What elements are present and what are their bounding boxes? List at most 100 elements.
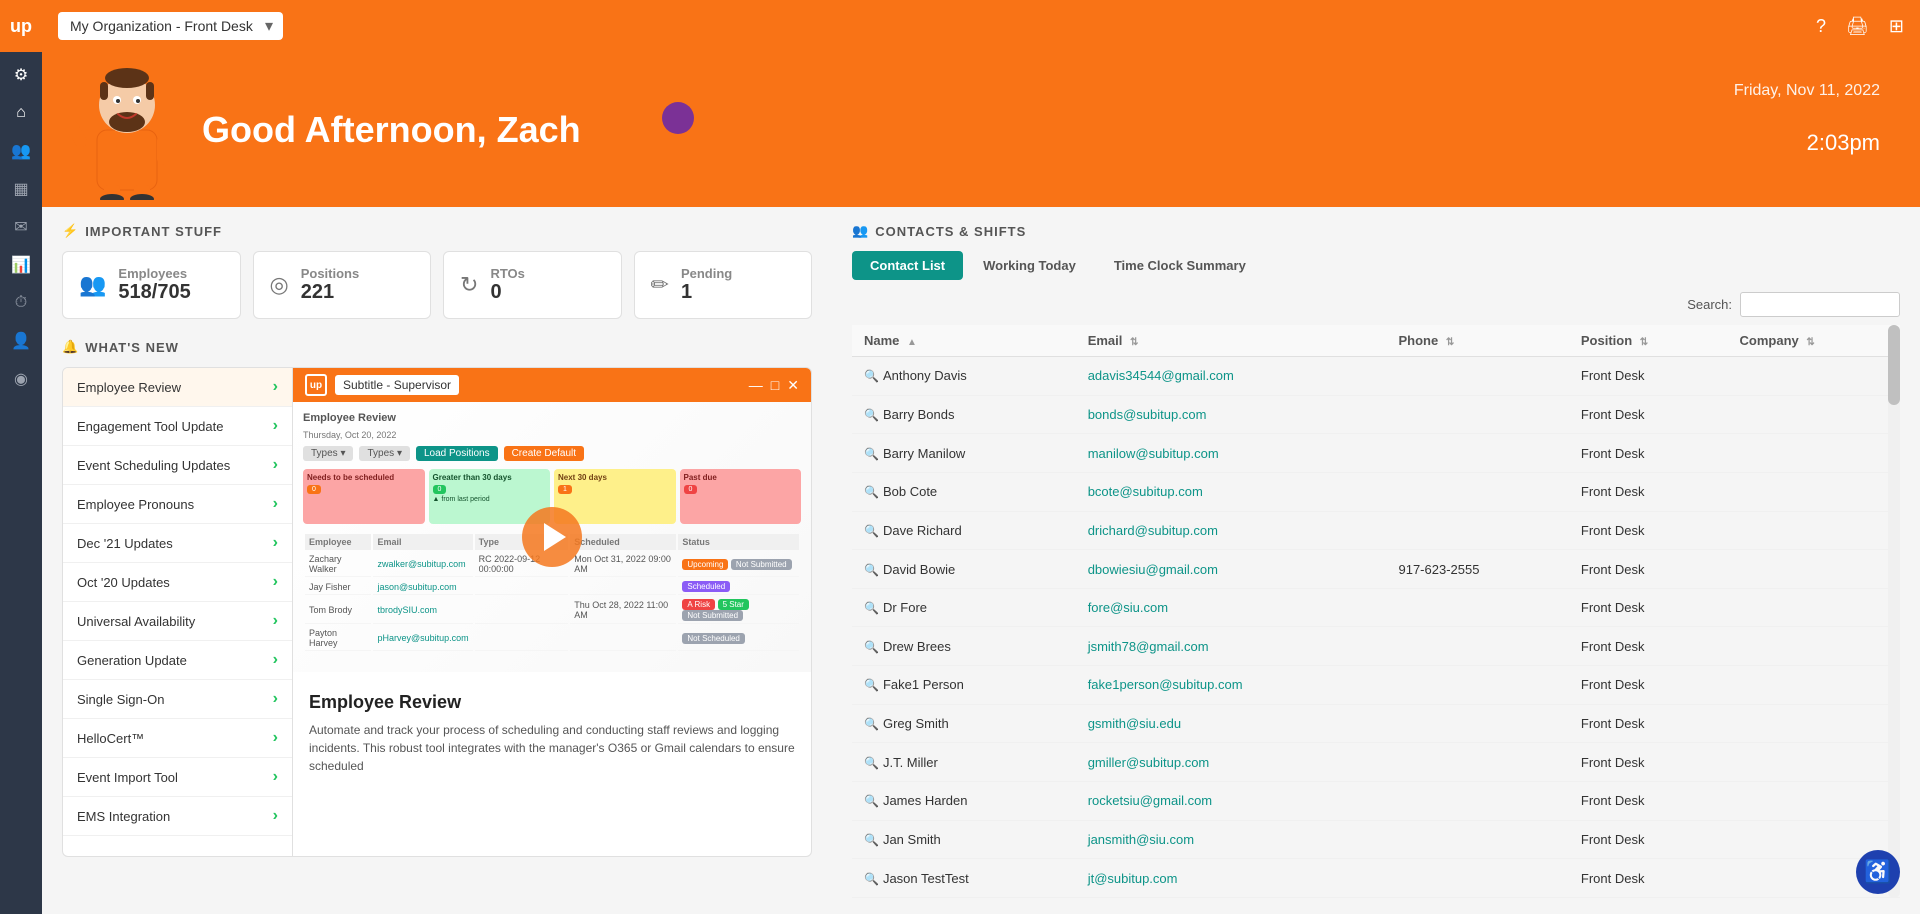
rtos-info: RTOs 0 xyxy=(490,266,524,304)
news-item-generation[interactable]: Generation Update › xyxy=(63,641,292,680)
news-item-event-import[interactable]: Event Import Tool › xyxy=(63,758,292,797)
sidebar-item-chart[interactable]: 📊 xyxy=(0,246,42,284)
table-row: 🔍Bob Cote bcote@subitup.com Front Desk xyxy=(852,472,1900,511)
sidebar-item-settings[interactable]: ⚙ xyxy=(0,56,42,94)
email-link[interactable]: bcote@subitup.com xyxy=(1088,484,1203,499)
positions-icon: ◎ xyxy=(270,272,289,298)
rtos-icon: ↻ xyxy=(460,272,478,298)
email-link[interactable]: jsmith78@gmail.com xyxy=(1088,639,1209,654)
search-input[interactable] xyxy=(1740,292,1900,317)
cell-phone xyxy=(1386,782,1568,821)
employees-card[interactable]: 👥 Employees 518/705 xyxy=(62,251,241,319)
rtos-value: 0 xyxy=(490,281,524,304)
help-icon[interactable]: ? xyxy=(1816,16,1826,37)
btn-create-default[interactable]: Create Default xyxy=(504,446,584,461)
email-link[interactable]: jt@subitup.com xyxy=(1088,871,1178,886)
apps-icon[interactable]: ⊞ xyxy=(1889,16,1904,37)
email-link[interactable]: rocketsiu@gmail.com xyxy=(1088,793,1212,808)
table-row: 🔍Drew Brees jsmith78@gmail.com Front Des… xyxy=(852,627,1900,666)
col-position[interactable]: Position ⇅ xyxy=(1569,325,1728,357)
email-link[interactable]: fake1person@subitup.com xyxy=(1088,677,1243,692)
cell-email: bcote@subitup.com xyxy=(1076,472,1387,511)
tab-time-clock[interactable]: Time Clock Summary xyxy=(1096,251,1264,280)
table-row: 🔍Barry Bonds bonds@subitup.com Front Des… xyxy=(852,395,1900,434)
close-icon[interactable]: ✕ xyxy=(787,377,799,394)
print-icon[interactable]: 🖨 xyxy=(1846,16,1869,37)
news-item-sso[interactable]: Single Sign-On › xyxy=(63,680,292,719)
table-row: 🔍James Harden rocketsiu@gmail.com Front … xyxy=(852,782,1900,821)
row-search-icon: 🔍 xyxy=(864,369,879,383)
email-link[interactable]: fore@siu.com xyxy=(1088,600,1168,615)
col-email[interactable]: Email ⇅ xyxy=(1076,325,1387,357)
positions-card[interactable]: ◎ Positions 221 xyxy=(253,251,432,319)
news-video-icons: — □ ✕ xyxy=(749,377,799,394)
sidebar-item-clock[interactable]: ⏱ xyxy=(0,284,42,322)
accessibility-button[interactable]: ♿ xyxy=(1856,850,1900,894)
cell-company xyxy=(1728,550,1900,589)
cell-position: Front Desk xyxy=(1569,434,1728,473)
sidebar-item-location[interactable]: ◉ xyxy=(0,360,42,398)
email-link[interactable]: dbowiesiu@gmail.com xyxy=(1088,562,1218,577)
contacts-icon: 👥 xyxy=(852,223,869,239)
news-item-engagement[interactable]: Engagement Tool Update › xyxy=(63,407,292,446)
maximize-icon[interactable]: □ xyxy=(771,377,779,394)
minimize-icon[interactable]: — xyxy=(749,377,763,394)
news-item-event-scheduling[interactable]: Event Scheduling Updates › xyxy=(63,446,292,485)
sidebar-item-mail[interactable]: ✉ xyxy=(0,208,42,246)
table-row: 🔍Dr Fore fore@siu.com Front Desk xyxy=(852,588,1900,627)
play-button[interactable] xyxy=(522,507,582,567)
news-item-universal[interactable]: Universal Availability › xyxy=(63,602,292,641)
app-logo[interactable]: up xyxy=(0,0,42,52)
content-area: ⚡ IMPORTANT STUFF 👥 Employees 518/705 ◎ … xyxy=(42,207,1920,914)
org-dropdown[interactable]: My Organization - Front Desk xyxy=(58,12,283,40)
email-link[interactable]: bonds@subitup.com xyxy=(1088,407,1207,422)
cell-phone xyxy=(1386,588,1568,627)
cell-company xyxy=(1728,588,1900,627)
col-company[interactable]: Company ⇅ xyxy=(1728,325,1900,357)
screenshot-filters: Types ▾ Types ▾ Load Positions Create De… xyxy=(303,446,801,461)
cell-position: Front Desk xyxy=(1569,859,1728,898)
email-link[interactable]: gsmith@siu.edu xyxy=(1088,716,1181,731)
news-item-ems[interactable]: EMS Integration › xyxy=(63,797,292,836)
topbar: My Organization - Front Desk ? 🖨 ⊞ xyxy=(42,0,1920,52)
rtos-card[interactable]: ↻ RTOs 0 xyxy=(443,251,622,319)
row-search-icon: 🔍 xyxy=(864,794,879,808)
cell-company xyxy=(1728,472,1900,511)
sidebar-item-home[interactable]: ⌂ xyxy=(0,94,42,132)
news-item-hellocert[interactable]: HelloCert™ › xyxy=(63,719,292,758)
sidebar-item-user[interactable]: 👤 xyxy=(0,322,42,360)
email-link[interactable]: drichard@subitup.com xyxy=(1088,523,1218,538)
col-name[interactable]: Name ▲ xyxy=(852,325,1076,357)
news-item-pronouns[interactable]: Employee Pronouns › xyxy=(63,485,292,524)
tab-working-today[interactable]: Working Today xyxy=(965,251,1094,280)
scrollbar[interactable] xyxy=(1888,325,1900,898)
cell-email: drichard@subitup.com xyxy=(1076,511,1387,550)
row-search-icon: 🔍 xyxy=(864,447,879,461)
positions-label: Positions xyxy=(301,266,360,281)
email-link[interactable]: manilow@subitup.com xyxy=(1088,446,1219,461)
hero-date: Friday, Nov 11, 2022 xyxy=(1734,82,1880,100)
scrollbar-thumb xyxy=(1888,325,1900,405)
filter-types2: Types ▾ xyxy=(359,446,409,461)
arrow-icon: › xyxy=(273,651,278,669)
sidebar-item-calendar[interactable]: ▦ xyxy=(0,170,42,208)
cell-email: gsmith@siu.edu xyxy=(1076,704,1387,743)
btn-load-positions[interactable]: Load Positions xyxy=(416,446,498,461)
news-item-employee-review[interactable]: Employee Review › xyxy=(63,368,292,407)
col-phone[interactable]: Phone ⇅ xyxy=(1386,325,1568,357)
email-link[interactable]: gmiller@subitup.com xyxy=(1088,755,1210,770)
org-selector[interactable]: My Organization - Front Desk xyxy=(58,12,283,40)
cell-company xyxy=(1728,743,1900,782)
email-link[interactable]: jansmith@siu.com xyxy=(1088,832,1194,847)
news-item-oct20[interactable]: Oct '20 Updates › xyxy=(63,563,292,602)
news-video-header-left: up Subtitle - Supervisor xyxy=(305,374,459,396)
rtos-label: RTOs xyxy=(490,266,524,281)
email-link[interactable]: adavis34544@gmail.com xyxy=(1088,368,1234,383)
cell-position: Front Desk xyxy=(1569,820,1728,859)
arrow-icon: › xyxy=(273,768,278,786)
tab-contact-list[interactable]: Contact List xyxy=(852,251,963,280)
employees-info: Employees 518/705 xyxy=(118,266,190,304)
pending-card[interactable]: ✏ Pending 1 xyxy=(634,251,813,319)
news-item-dec21[interactable]: Dec '21 Updates › xyxy=(63,524,292,563)
sidebar-item-people[interactable]: 👥 xyxy=(0,132,42,170)
